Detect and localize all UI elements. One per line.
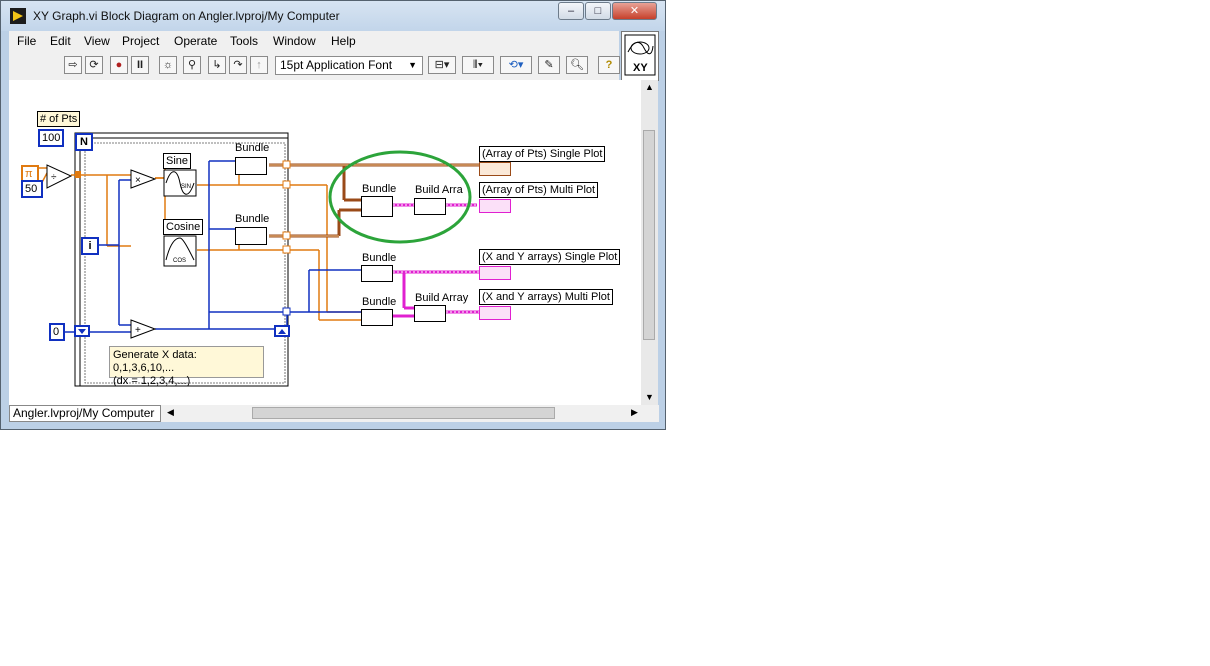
menu-operate[interactable]: Operate	[174, 34, 217, 48]
menu-help[interactable]: Help	[331, 34, 356, 48]
bundle-label-4: Bundle	[362, 252, 397, 264]
sine-label: Sine	[163, 153, 192, 169]
pause-icon[interactable]: II	[131, 56, 149, 74]
indicator-label-2: (Array of Pts) Multi Plot	[479, 182, 599, 198]
align-icon[interactable]: ⊟▾	[428, 56, 456, 74]
indicator-label-1: (Array of Pts) Single Plot	[479, 146, 606, 162]
menu-project[interactable]: Project	[122, 34, 159, 48]
fifty-constant[interactable]: 50	[21, 180, 43, 198]
build-array-node-2[interactable]	[414, 305, 446, 322]
project-path: Angler.lvproj/My Computer	[9, 405, 161, 422]
indicator-terminal-1[interactable]	[479, 162, 511, 176]
scroll-left-icon[interactable]: ◀	[167, 407, 174, 418]
indicator-terminal-3[interactable]	[479, 266, 511, 280]
svg-text:+: +	[135, 325, 141, 336]
labview-app-icon	[10, 8, 26, 24]
build-array-label-2: Build Array	[415, 292, 469, 304]
cosine-label: Cosine	[163, 219, 204, 235]
distribute-icon[interactable]: ⫴▾	[462, 56, 494, 74]
bundle-label-3: Bundle	[362, 183, 397, 195]
vertical-scroll-thumb[interactable]	[643, 130, 655, 340]
bundle-node-5[interactable]	[361, 309, 393, 326]
vi-icon-text: XY	[633, 62, 648, 74]
scroll-down-icon[interactable]: ▼	[645, 392, 654, 402]
num-pts-constant[interactable]: 100	[38, 129, 65, 147]
toolbar: ⇨ ⟳ ● II ☼ ⚲ ↳ ↷ ↑ 15pt Application Font…	[9, 52, 620, 80]
title-bar[interactable]: XY Graph.vi Block Diagram on Angler.lvpr…	[1, 1, 665, 31]
status-bar: Angler.lvproj/My Computer ◀ ▶	[9, 405, 659, 422]
menu-window[interactable]: Window	[273, 34, 316, 48]
bundle-node-1[interactable]	[235, 157, 267, 175]
bundle-node-3[interactable]	[361, 196, 393, 217]
sine-sub-label: SIN	[181, 184, 192, 190]
cleanup-icon[interactable]: ✎	[538, 56, 560, 74]
labview-window: XY Graph.vi Block Diagram on Angler.lvpr…	[0, 0, 666, 430]
step-into-icon[interactable]: ↳	[208, 56, 226, 74]
help-icon[interactable]: ?	[598, 56, 620, 74]
indicator-label-4: (X and Y arrays) Multi Plot	[479, 289, 613, 305]
zero-constant[interactable]: 0	[49, 323, 65, 341]
svg-text:÷: ÷	[51, 172, 57, 183]
scroll-right-icon[interactable]: ▶	[631, 407, 638, 418]
run-continuous-icon[interactable]: ⟳	[85, 56, 103, 74]
indicator-terminal-2[interactable]	[479, 199, 511, 213]
num-pts-label: # of Pts	[37, 111, 81, 127]
step-over-icon[interactable]: ↷	[229, 56, 247, 74]
iteration-terminal[interactable]: i	[81, 237, 99, 255]
maximize-button[interactable]: □	[585, 2, 611, 20]
menu-tools[interactable]: Tools	[230, 34, 258, 48]
step-out-icon[interactable]: ↑	[250, 56, 268, 74]
indicator-terminal-4[interactable]	[479, 306, 511, 320]
search-icon[interactable]: 🔍︎	[566, 56, 588, 74]
bundle-label-1: Bundle	[235, 142, 270, 154]
scroll-up-icon[interactable]: ▲	[645, 82, 654, 92]
menu-view[interactable]: View	[84, 34, 110, 48]
retain-wire-values-icon[interactable]: ⚲	[183, 56, 201, 74]
chevron-down-icon: ▼	[408, 60, 417, 70]
bundle-node-4[interactable]	[361, 265, 393, 282]
block-diagram-canvas[interactable]: ÷ × + # of Pts 100 N π 50 i 0 Sine SIN C…	[9, 80, 641, 405]
bundle-label-2: Bundle	[235, 213, 270, 225]
abort-icon[interactable]: ●	[110, 56, 128, 74]
comment-line-2: (dx = 1,2,3,4,...)	[113, 375, 191, 387]
comment-box: Generate X data: 0,1,3,6,10,... (dx = 1,…	[109, 346, 264, 387]
indicator-label-3: (X and Y arrays) Single Plot	[479, 249, 621, 265]
bundle-node-2[interactable]	[235, 227, 267, 245]
loop-count-terminal[interactable]: N	[75, 133, 93, 151]
bundle-label-5: Bundle	[362, 296, 397, 308]
comment-line-1: Generate X data: 0,1,3,6,10,...	[113, 349, 197, 374]
minimize-button[interactable]: –	[558, 2, 584, 20]
svg-text:×: ×	[135, 175, 141, 186]
horizontal-scroll-thumb[interactable]	[252, 407, 555, 419]
vertical-scrollbar[interactable]: ▲ ▼	[641, 80, 658, 405]
build-array-node-1[interactable]	[414, 198, 446, 215]
menu-edit[interactable]: Edit	[50, 34, 71, 48]
window-title: XY Graph.vi Block Diagram on Angler.lvpr…	[33, 9, 340, 23]
menu-bar: File Edit View Project Operate Tools Win…	[9, 31, 619, 52]
reorder-icon[interactable]: ⟲▾	[500, 56, 532, 74]
diagram-wires: ÷ × +	[38, 132, 479, 387]
close-button[interactable]: ✕	[612, 2, 657, 20]
font-select-value: 15pt Application Font	[280, 58, 393, 72]
highlight-execution-icon[interactable]: ☼	[159, 56, 177, 74]
run-arrow-icon[interactable]: ⇨	[64, 56, 82, 74]
vi-icon[interactable]: XY	[621, 31, 659, 81]
font-select[interactable]: 15pt Application Font ▼	[275, 56, 423, 75]
build-array-label-1: Build Arra	[415, 184, 463, 196]
menu-file[interactable]: File	[17, 34, 36, 48]
cosine-sub-label: COS	[173, 258, 187, 264]
